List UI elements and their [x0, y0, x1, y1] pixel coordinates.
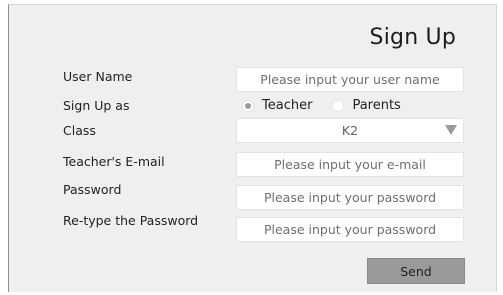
- teacher-email-label: Teacher's E-mail: [63, 154, 165, 169]
- class-select[interactable]: K2: [236, 118, 464, 143]
- class-select-value: K2: [341, 123, 359, 138]
- retype-password-label: Re-type the Password: [63, 213, 199, 228]
- signup-form-panel: Sign Up User Name Sign Up as Teacher Par…: [8, 4, 497, 292]
- password-field[interactable]: [236, 185, 464, 210]
- password-label: Password: [63, 182, 122, 197]
- sign-up-as-label: Sign Up as: [63, 98, 130, 113]
- role-radio-group: Teacher Parents: [242, 98, 401, 113]
- role-option-parents[interactable]: Parents: [332, 98, 401, 113]
- retype-password-field[interactable]: [236, 217, 464, 242]
- role-option-label: Parents: [352, 98, 401, 113]
- user-name-label: User Name: [63, 69, 133, 84]
- user-name-input[interactable]: [236, 67, 464, 92]
- role-option-teacher[interactable]: Teacher: [242, 98, 312, 113]
- radio-checked-icon[interactable]: [242, 99, 254, 112]
- send-button[interactable]: Send: [367, 258, 465, 284]
- class-label: Class: [63, 123, 96, 138]
- role-option-label: Teacher: [262, 98, 313, 113]
- page-title: Sign Up: [369, 25, 456, 50]
- radio-unchecked-icon[interactable]: [332, 99, 345, 112]
- email-field[interactable]: [236, 152, 464, 177]
- chevron-down-icon[interactable]: [445, 125, 457, 135]
